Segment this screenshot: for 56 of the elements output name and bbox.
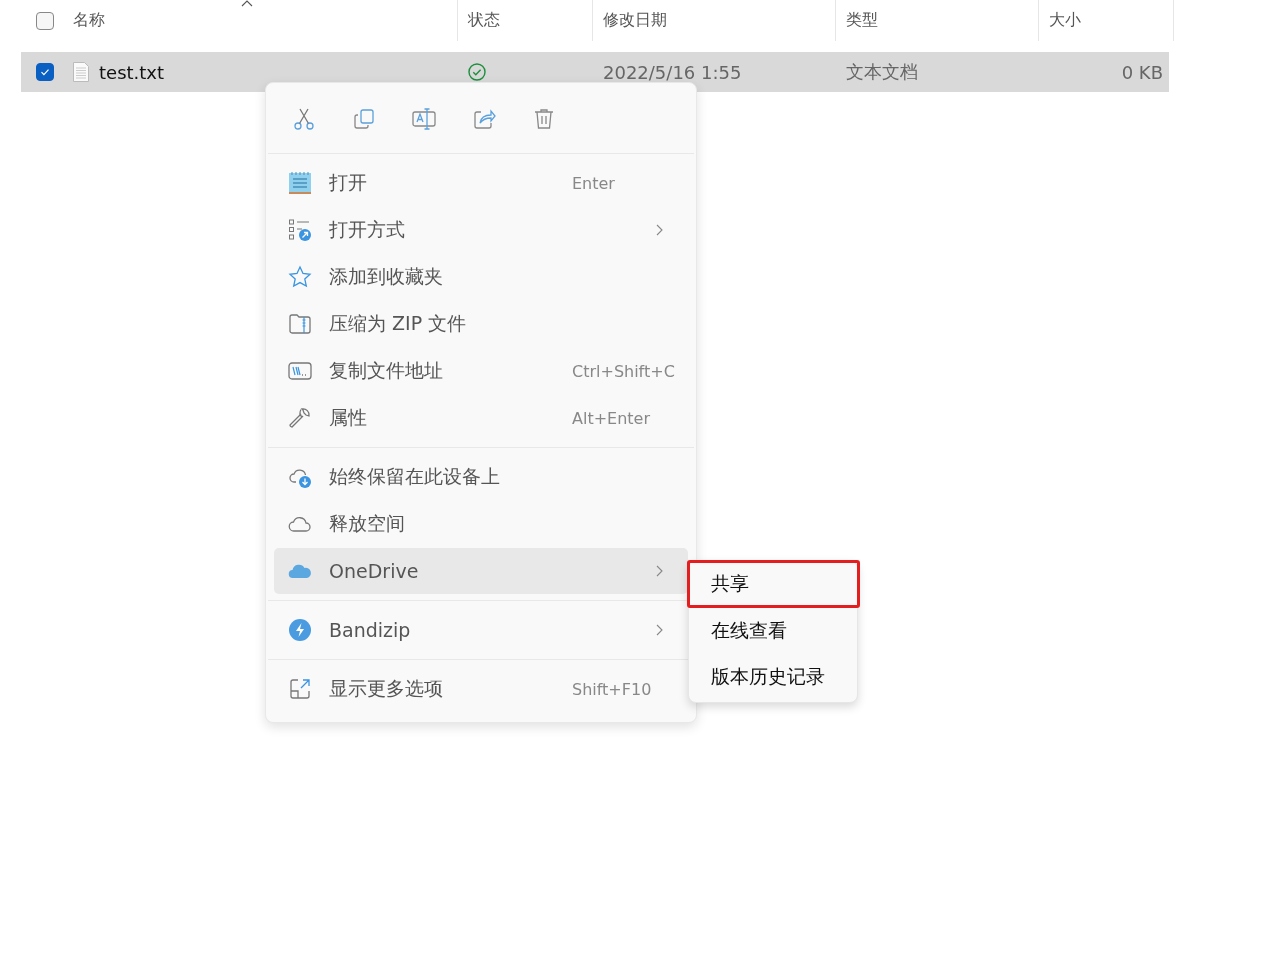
- menu-item-label: OneDrive: [329, 560, 419, 582]
- copy-icon[interactable]: [352, 107, 376, 131]
- menu-item-label: 压缩为 ZIP 文件: [329, 311, 467, 336]
- menu-item-label: 始终保留在此设备上: [329, 464, 500, 489]
- rename-icon[interactable]: [412, 107, 436, 131]
- menu-item[interactable]: 释放空间: [274, 501, 688, 547]
- modified-date: 2022/5/16 1:55: [603, 61, 742, 83]
- menu-item[interactable]: Bandizip: [274, 607, 688, 653]
- menu-item-label: 释放空间: [329, 511, 405, 536]
- keyboard-shortcut: Shift+F10: [572, 679, 652, 699]
- menu-item-label: 显示更多选项: [329, 676, 443, 701]
- file-type: 文本文档: [846, 60, 918, 84]
- file-size: 0 KB: [1121, 61, 1163, 83]
- submenu-item[interactable]: 版本历史记录: [689, 654, 857, 700]
- keyboard-shortcut: Enter: [572, 173, 615, 193]
- scissors-icon[interactable]: [292, 107, 316, 131]
- file-name: test.txt: [99, 61, 165, 83]
- submenu-item[interactable]: 在线查看: [689, 608, 857, 654]
- column-header[interactable]: 名称: [73, 10, 105, 31]
- column-header[interactable]: 修改日期: [603, 10, 667, 31]
- menu-item-label: 属性: [329, 405, 367, 430]
- menu-item[interactable]: 复制文件地址 Ctrl+Shift+C: [274, 348, 688, 394]
- menu-item-label: 打开: [329, 170, 367, 195]
- column-header[interactable]: 大小: [1049, 10, 1081, 31]
- menu-item-label: 添加到收藏夹: [329, 264, 443, 289]
- menu-item-label: Bandizip: [329, 619, 411, 641]
- path-icon: [288, 359, 312, 383]
- menu-item[interactable]: 显示更多选项 Shift+F10: [274, 666, 688, 712]
- notepad-icon: [288, 171, 312, 195]
- keyboard-shortcut: Alt+Enter: [572, 408, 650, 428]
- menu-item[interactable]: 属性 Alt+Enter: [274, 395, 688, 441]
- submenu-item[interactable]: 共享: [687, 560, 860, 608]
- star-icon: [288, 265, 312, 289]
- menu-item[interactable]: 打开方式: [274, 207, 688, 253]
- keyboard-shortcut: Ctrl+Shift+C: [572, 361, 675, 381]
- trash-icon[interactable]: [532, 107, 556, 131]
- synced-check-icon: [468, 63, 486, 81]
- wrench-icon: [288, 406, 312, 430]
- menu-item[interactable]: 添加到收藏夹: [274, 254, 688, 300]
- menu-item[interactable]: OneDrive: [274, 548, 688, 594]
- share-icon[interactable]: [472, 107, 496, 131]
- menu-item[interactable]: 压缩为 ZIP 文件: [274, 301, 688, 347]
- menu-item-label: 复制文件地址: [329, 358, 443, 383]
- menu-item[interactable]: 始终保留在此设备上: [274, 454, 688, 500]
- expand-arrow-icon: [288, 677, 312, 701]
- app-list-icon: [288, 218, 312, 242]
- select-all-checkbox[interactable]: [36, 11, 54, 30]
- column-header[interactable]: 类型: [846, 10, 878, 31]
- lightning-circle-icon: [288, 618, 312, 642]
- menu-item-label: 打开方式: [329, 217, 405, 242]
- column-header[interactable]: 状态: [468, 10, 500, 31]
- menu-item[interactable]: 打开 Enter: [274, 160, 688, 206]
- text-file-icon: [73, 62, 89, 82]
- row-checkbox[interactable]: [36, 63, 54, 81]
- file-row[interactable]: test.txt 2022/5/16 1:55 文本文档 0 KB: [21, 52, 1169, 92]
- zip-folder-icon: [288, 312, 312, 336]
